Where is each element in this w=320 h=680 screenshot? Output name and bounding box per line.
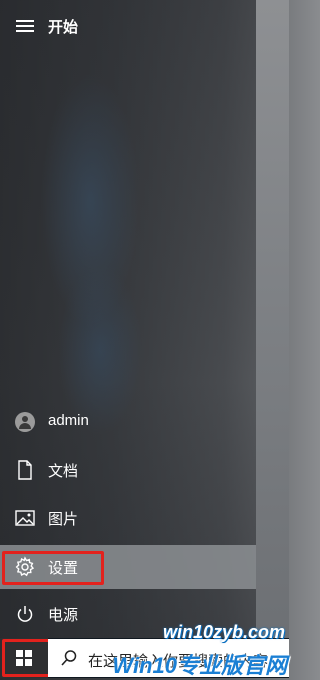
desktop-background — [256, 0, 289, 638]
pictures-icon — [14, 507, 36, 529]
start-item-pictures[interactable]: 图片 — [0, 496, 256, 540]
search-icon — [60, 649, 78, 667]
hamburger-menu-icon[interactable] — [16, 20, 34, 34]
start-menu-title: 开始 — [48, 19, 79, 36]
start-item-label: 电源 — [48, 607, 79, 624]
user-avatar-icon — [14, 411, 36, 433]
start-item-documents[interactable]: 文档 — [0, 448, 256, 492]
search-placeholder-text: 在这里输入你要搜索的内容 — [88, 653, 269, 670]
settings-highlight-box — [2, 551, 104, 585]
start-menu: 开始 admin 文档 图片 设置 电源 — [0, 0, 256, 638]
document-icon — [14, 459, 36, 481]
taskbar-search-box[interactable]: 在这里输入你要搜索的内容 — [48, 639, 289, 677]
start-item-label: 文档 — [48, 463, 79, 480]
start-item-label: 图片 — [48, 511, 79, 528]
start-menu-header: 开始 — [0, 0, 256, 52]
start-item-label: admin — [48, 412, 89, 429]
start-item-user[interactable]: admin — [0, 400, 256, 444]
power-icon — [14, 603, 36, 625]
taskbar: 在这里输入你要搜索的内容 — [0, 638, 289, 678]
start-item-power[interactable]: 电源 — [0, 592, 256, 636]
start-button-highlight-box — [2, 639, 54, 677]
